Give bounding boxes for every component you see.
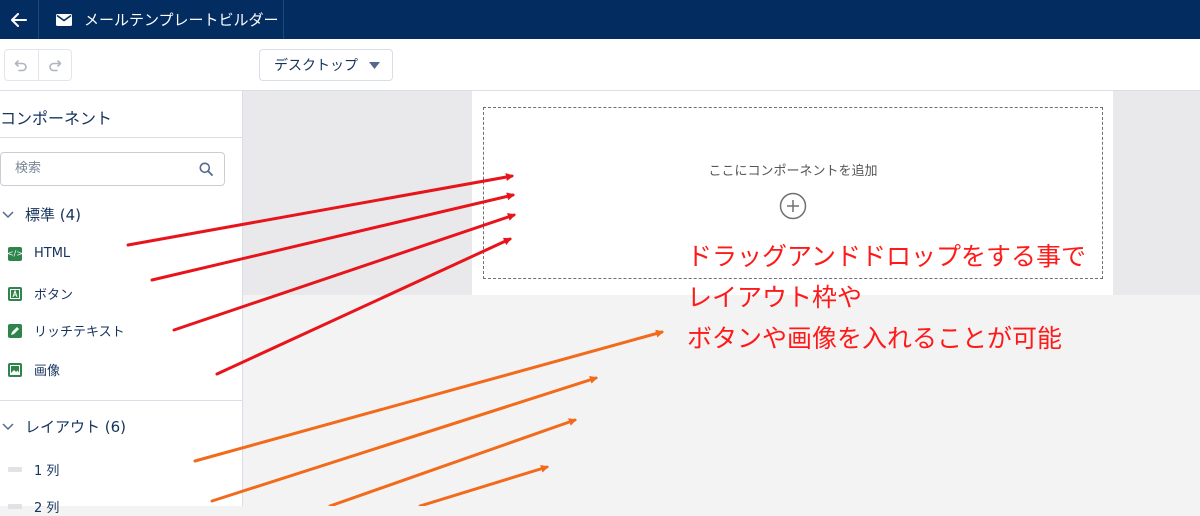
component-label: 1 列 — [34, 464, 60, 479]
component-html[interactable]: </> HTML — [7, 246, 71, 261]
chevron-down-icon — [2, 422, 14, 431]
undo-icon — [14, 60, 28, 72]
annotation-arrow — [418, 464, 549, 506]
annotation-arrow — [328, 418, 577, 506]
component-2-column[interactable]: 2 列 — [8, 497, 59, 516]
annotation-line: レイアウト枠や — [687, 283, 863, 312]
component-label: HTML — [34, 246, 71, 261]
annotation-line: ドラッグアンドドロップをする事で — [687, 242, 1087, 271]
component-image[interactable]: 画像 — [8, 360, 60, 379]
divider — [0, 400, 242, 401]
section-label: レイアウト (6) — [25, 418, 127, 436]
undo-button[interactable] — [5, 50, 38, 80]
component-label: 画像 — [34, 364, 61, 379]
component-1-column[interactable]: 1 列 — [8, 460, 59, 479]
component-label: ボタン — [34, 288, 74, 303]
annotation-text: ドラッグアンドドロップをする事で レイアウト枠や ボタンや画像を入れることが可能 — [687, 236, 1086, 359]
column-icon — [8, 504, 22, 509]
chevron-down-icon — [2, 210, 14, 219]
component-label: リッチテキスト — [34, 325, 125, 340]
column-icon — [8, 467, 22, 472]
section-standard[interactable]: 標準 (4) — [0, 204, 81, 225]
divider — [0, 137, 242, 138]
component-button[interactable]: ボタン — [8, 284, 73, 303]
add-circle-icon[interactable] — [779, 192, 807, 220]
annotation-line: ボタンや画像を入れることが可能 — [687, 324, 1063, 353]
device-select[interactable]: デスクトップ — [259, 49, 393, 81]
search-input[interactable] — [13, 160, 187, 177]
search-box — [0, 152, 225, 186]
annotation-arrow — [210, 376, 598, 503]
caret-down-icon — [369, 62, 380, 69]
search-icon[interactable] — [199, 162, 213, 176]
button-icon — [8, 286, 22, 301]
toolbar: デスクトップ — [0, 39, 1200, 91]
app-header: メールテンプレートビルダー — [0, 0, 1200, 39]
panel-title: コンポーネント — [0, 109, 113, 128]
page-title: メールテンプレートビルダー — [84, 11, 279, 29]
mail-icon — [56, 13, 72, 26]
annotation-arrow — [193, 329, 664, 463]
back-button[interactable] — [0, 0, 38, 39]
device-select-value: デスクトップ — [274, 58, 358, 74]
redo-button[interactable] — [37, 50, 72, 80]
component-rich-text[interactable]: リッチテキスト — [8, 321, 125, 340]
section-label: 標準 (4) — [25, 206, 82, 224]
image-icon — [8, 362, 22, 377]
section-layout[interactable]: レイアウト (6) — [0, 416, 126, 437]
redo-icon — [48, 60, 62, 72]
back-arrow-icon — [11, 12, 27, 27]
component-label: 2 列 — [34, 501, 60, 516]
header-title-area: メールテンプレートビルダー — [39, 0, 284, 39]
rich-text-icon — [8, 323, 22, 338]
undo-redo-group — [4, 49, 72, 81]
dropzone-label: ここにコンポーネントを追加 — [708, 164, 878, 179]
html-icon: </> — [7, 246, 23, 261]
components-panel: コンポーネント 標準 (4) </> HTML ボタン リッチテキスト 画像 — [0, 91, 243, 516]
